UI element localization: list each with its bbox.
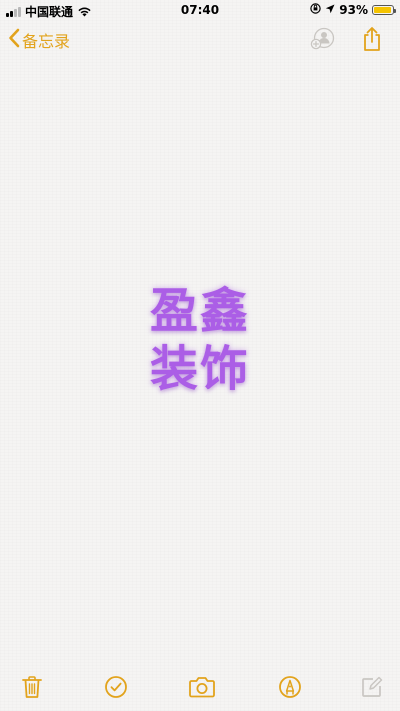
nav-bar: 备忘录 — [0, 22, 400, 62]
nav-actions — [310, 26, 382, 56]
note-content[interactable]: 盈鑫 装饰 — [0, 282, 400, 398]
back-button[interactable]: 备忘录 — [8, 28, 70, 52]
add-people-icon[interactable] — [310, 27, 336, 55]
share-icon[interactable] — [362, 26, 382, 56]
status-bar: 中国联通 07:40 93% — [0, 0, 400, 20]
note-line-1: 盈鑫 — [149, 283, 250, 339]
trash-icon[interactable] — [18, 673, 46, 701]
bottom-toolbar — [0, 665, 400, 711]
checklist-icon[interactable] — [102, 673, 130, 701]
status-right: 93% — [310, 3, 396, 17]
back-label: 备忘录 — [22, 32, 71, 51]
compose-icon[interactable] — [358, 673, 386, 701]
chevron-left-icon — [8, 28, 20, 52]
battery-icon — [372, 5, 396, 15]
camera-icon[interactable] — [188, 673, 216, 701]
markup-icon[interactable] — [276, 673, 304, 701]
location-icon — [325, 3, 335, 17]
note-line-2: 装饰 — [149, 341, 250, 397]
orientation-lock-icon — [310, 3, 321, 17]
battery-percent: 93% — [339, 3, 368, 17]
battery-level-fill — [374, 7, 391, 13]
